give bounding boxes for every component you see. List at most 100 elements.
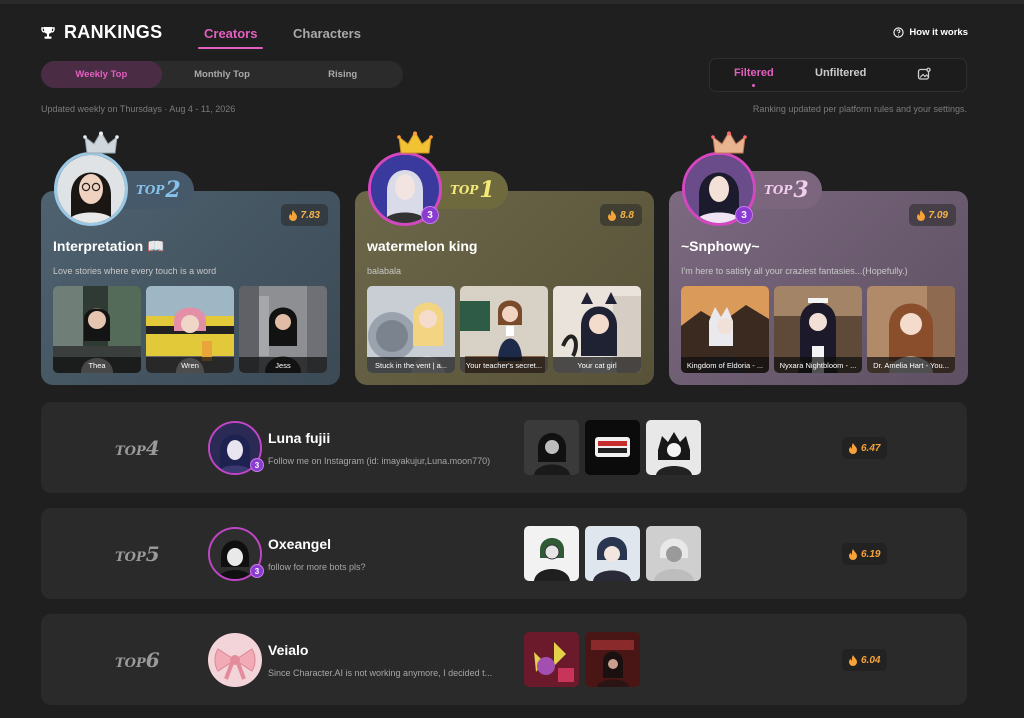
flame-icon bbox=[608, 209, 617, 221]
avatar-image bbox=[57, 155, 125, 223]
flame-icon bbox=[849, 548, 857, 560]
creator-description: Since Character.AI is not working anymor… bbox=[268, 668, 493, 678]
updated-text: Updated weekly on Thursdays · Aug 4 - 11… bbox=[41, 104, 236, 114]
score-badge: 6.47 bbox=[842, 437, 888, 459]
character-caption: Your teacher's secret... bbox=[460, 357, 548, 373]
ranking-rule-text: Ranking updated per platform rules and y… bbox=[752, 104, 967, 114]
score-value: 6.19 bbox=[861, 548, 881, 560]
help-circle-icon bbox=[893, 27, 905, 38]
creator-name[interactable]: Veialo bbox=[268, 642, 308, 658]
period-tab-monthly[interactable]: Monthly Top bbox=[162, 61, 283, 88]
flame-icon bbox=[288, 209, 297, 221]
rank-label-top2: TOP 2 bbox=[122, 171, 194, 209]
character-thumbnail[interactable] bbox=[524, 526, 579, 581]
score-value: 7.83 bbox=[300, 209, 320, 221]
character-thumbnail[interactable] bbox=[585, 420, 640, 475]
period-tab-rising[interactable]: Rising bbox=[282, 61, 403, 88]
creator-avatar[interactable] bbox=[208, 633, 262, 687]
rank-label: TOP6 bbox=[115, 648, 160, 672]
rose-gold-crown-icon bbox=[711, 131, 747, 154]
how-it-works-link[interactable]: How it works bbox=[893, 27, 968, 38]
character-card[interactable]: Your teacher's secret... bbox=[460, 286, 548, 373]
creator-description: Follow me on Instagram (id: imayakujur,L… bbox=[268, 456, 491, 466]
character-thumbnails bbox=[524, 632, 640, 687]
filter-unfiltered[interactable]: Unfiltered bbox=[815, 67, 866, 79]
score-value: 7.09 bbox=[928, 209, 948, 221]
creator-avatar[interactable] bbox=[54, 152, 128, 226]
creator-description: follow for more bots pls? bbox=[268, 562, 366, 572]
tab-characters[interactable]: Characters bbox=[293, 26, 361, 41]
character-card[interactable]: Stuck in the vent | a... bbox=[367, 286, 455, 373]
level-badge: 3 bbox=[421, 206, 439, 224]
score-value: 6.47 bbox=[861, 442, 881, 454]
score-badge: 6.19 bbox=[842, 543, 888, 565]
period-segmented-control: Weekly Top Monthly Top Rising bbox=[41, 61, 403, 88]
flame-icon bbox=[849, 654, 857, 666]
image-filter-icon[interactable] bbox=[917, 67, 931, 81]
character-thumbnails bbox=[524, 526, 701, 581]
character-card[interactable]: Dr. Amelia Hart - You... bbox=[867, 286, 955, 373]
character-card[interactable]: Wren bbox=[146, 286, 234, 373]
creator-name[interactable]: Oxeangel bbox=[268, 536, 331, 552]
ranking-row-top5[interactable]: TOP5 3 Oxeangel follow for more bots pls… bbox=[41, 508, 967, 599]
level-badge: 3 bbox=[250, 458, 264, 472]
character-thumbnails: Thea Wren Jess bbox=[53, 286, 327, 373]
creator-name[interactable]: Interpretation 📖 bbox=[53, 238, 165, 255]
character-thumbnails: Kingdom of Eldoria - ... Nyxara Nightblo… bbox=[681, 286, 955, 373]
character-caption: Kingdom of Eldoria - ... bbox=[681, 357, 769, 373]
character-caption: Your cat girl bbox=[553, 357, 641, 373]
character-thumbnail[interactable] bbox=[585, 632, 640, 687]
character-caption: Jess bbox=[239, 357, 327, 373]
character-thumbnail[interactable] bbox=[524, 420, 579, 475]
character-card[interactable]: Kingdom of Eldoria - ... bbox=[681, 286, 769, 373]
flame-icon bbox=[916, 209, 925, 221]
character-card[interactable]: Nyxara Nightbloom - ... bbox=[774, 286, 862, 373]
ranking-row-top6[interactable]: TOP6 Veialo Since Character.AI is not wo… bbox=[41, 614, 967, 705]
page-title: RANKINGS bbox=[64, 22, 163, 42]
score-value: 8.8 bbox=[620, 209, 634, 221]
creator-name[interactable]: ~Snphowy~ bbox=[681, 238, 760, 254]
character-thumbnail[interactable] bbox=[646, 526, 701, 581]
character-thumbnail[interactable] bbox=[646, 420, 701, 475]
rank-label-top3: TOP 3 bbox=[750, 171, 822, 209]
score-badge: 7.09 bbox=[908, 204, 956, 226]
filter-filtered[interactable]: Filtered bbox=[734, 67, 774, 87]
score-value: 6.04 bbox=[861, 654, 881, 666]
creator-description: Love stories where every touch is a word bbox=[53, 266, 217, 276]
top-border bbox=[0, 0, 1024, 4]
character-caption: Wren bbox=[146, 357, 234, 373]
creator-description: I'm here to satisfy all your craziest fa… bbox=[681, 266, 908, 276]
flame-icon bbox=[849, 442, 857, 454]
character-thumbnails: Stuck in the vent | a... Your teacher's … bbox=[367, 286, 641, 373]
level-badge: 3 bbox=[735, 206, 753, 224]
gold-crown-icon bbox=[397, 131, 433, 154]
creator-description: balabala bbox=[367, 266, 402, 276]
rank-label: TOP5 bbox=[115, 542, 160, 566]
score-badge: 6.04 bbox=[842, 649, 888, 671]
creator-name[interactable]: Luna fujii bbox=[268, 430, 330, 446]
period-tab-weekly[interactable]: Weekly Top bbox=[41, 61, 162, 88]
character-card[interactable]: Thea bbox=[53, 286, 141, 373]
bow-avatar-image bbox=[208, 633, 262, 687]
character-thumbnail[interactable] bbox=[524, 632, 579, 687]
content-filter: Filtered Unfiltered bbox=[709, 58, 967, 92]
silver-crown-icon bbox=[83, 131, 119, 154]
tab-creators[interactable]: Creators bbox=[197, 26, 264, 49]
character-caption: Dr. Amelia Hart - You... bbox=[867, 357, 955, 373]
ranking-row-top4[interactable]: TOP4 3 Luna fujii Follow me on Instagram… bbox=[41, 402, 967, 493]
character-caption: Stuck in the vent | a... bbox=[367, 357, 455, 373]
character-caption: Nyxara Nightbloom - ... bbox=[774, 357, 862, 373]
rank-label: TOP4 bbox=[115, 436, 160, 460]
how-it-works-label: How it works bbox=[909, 27, 968, 38]
rank-label-top1: TOP 1 bbox=[436, 171, 508, 209]
level-badge: 3 bbox=[250, 564, 264, 578]
score-badge: 8.8 bbox=[600, 204, 642, 226]
trophy-icon bbox=[41, 26, 55, 39]
character-thumbnails bbox=[524, 420, 701, 475]
brand: RANKINGS bbox=[40, 22, 162, 43]
character-card[interactable]: Jess bbox=[239, 286, 327, 373]
score-badge: 7.83 bbox=[280, 204, 328, 226]
character-card[interactable]: Your cat girl bbox=[553, 286, 641, 373]
creator-name[interactable]: watermelon king bbox=[367, 238, 477, 254]
character-thumbnail[interactable] bbox=[585, 526, 640, 581]
